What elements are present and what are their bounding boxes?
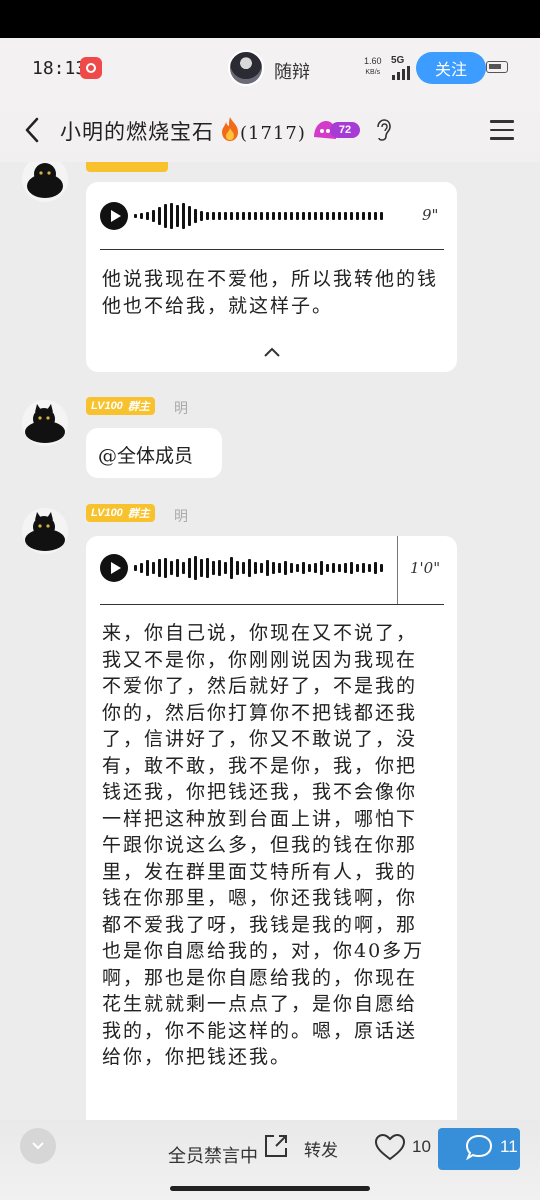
waveform-icon bbox=[134, 201, 383, 231]
voice-duration: 9" bbox=[422, 206, 439, 224]
waveform-icon bbox=[134, 553, 383, 583]
network-speed-value: 1.60 bbox=[364, 56, 382, 66]
chat-message-list[interactable]: 9" 他说我现在不爱他，所以我转他的钱他也不给我，就这样子。 LV100 群主 … bbox=[0, 162, 540, 1120]
home-indicator[interactable] bbox=[170, 1186, 370, 1191]
app-notification-icon bbox=[80, 57, 102, 79]
comment-icon[interactable] bbox=[464, 1133, 494, 1161]
follow-button[interactable]: 关注 bbox=[416, 52, 486, 84]
status-time: 18:13 bbox=[32, 58, 87, 79]
member-level-badge: LV100 群主 bbox=[86, 504, 155, 522]
status-bar: 18:13 随辩 1.60 KB/s 5G 关注 bbox=[0, 38, 540, 100]
scroll-down-button[interactable] bbox=[20, 1128, 56, 1164]
group-header: 小明的燃烧宝石 (1717) 72 bbox=[0, 100, 540, 162]
chevron-up-icon[interactable] bbox=[263, 346, 281, 358]
group-level-value: 72 bbox=[330, 122, 360, 138]
streamer-avatar[interactable] bbox=[228, 50, 264, 86]
network-type: 5G bbox=[391, 55, 405, 66]
playback-position-line bbox=[397, 536, 398, 604]
sender-name[interactable]: 明 bbox=[174, 398, 188, 418]
network-speed-unit: KB/s bbox=[365, 69, 381, 76]
signal-icon bbox=[392, 66, 410, 80]
play-icon[interactable] bbox=[100, 202, 128, 230]
back-icon[interactable] bbox=[22, 116, 42, 144]
sender-name[interactable]: 明 bbox=[174, 506, 188, 526]
comment-count: 11 bbox=[500, 1137, 518, 1156]
heart-icon[interactable] bbox=[374, 1133, 406, 1161]
share-icon[interactable] bbox=[262, 1132, 290, 1160]
text-message-content: @全体成员 bbox=[98, 445, 194, 467]
group-title[interactable]: 小明的燃烧宝石 (1717) bbox=[60, 116, 306, 146]
ear-icon[interactable] bbox=[374, 118, 392, 142]
system-top-bar bbox=[0, 0, 540, 38]
member-level-badge bbox=[86, 162, 168, 172]
sender-avatar[interactable] bbox=[22, 162, 68, 202]
voice-message-bubble[interactable]: 9" 他说我现在不爱他，所以我转他的钱他也不给我，就这样子。 bbox=[86, 182, 457, 372]
mute-status: 全员禁言中 bbox=[168, 1146, 258, 1167]
voice-message-bubble[interactable]: 1'0" 来，你自己说，你现在又不说了，我又不是你，你刚刚说因为我现在不爱你了，… bbox=[86, 536, 457, 1120]
voice-duration: 1'0" bbox=[410, 559, 441, 577]
transcript-divider bbox=[100, 249, 444, 250]
chevron-down-icon bbox=[32, 1142, 44, 1150]
like-count: 10 bbox=[412, 1137, 431, 1156]
text-message-bubble[interactable]: @全体成员 bbox=[86, 428, 222, 478]
voice-transcript: 来，你自己说，你现在又不说了，我又不是你，你刚刚说因为我现在不爱你了，然后就好了… bbox=[102, 622, 425, 1068]
group-name: 小明的燃烧宝石 bbox=[60, 120, 214, 144]
fire-icon bbox=[222, 117, 238, 141]
play-icon[interactable] bbox=[100, 554, 128, 582]
menu-icon[interactable] bbox=[490, 120, 514, 140]
voice-transcript: 他说我现在不爱他，所以我转他的钱他也不给我，就这样子。 bbox=[102, 268, 439, 317]
badge-role: 群主 bbox=[127, 401, 150, 413]
sender-avatar[interactable] bbox=[22, 508, 68, 554]
network-speed: 1.60 KB/s bbox=[364, 56, 382, 78]
badge-role: 群主 bbox=[127, 508, 150, 520]
sender-avatar[interactable] bbox=[22, 400, 68, 446]
share-button[interactable]: 转发 bbox=[304, 1136, 338, 1161]
battery-icon bbox=[486, 61, 508, 73]
badge-level: LV100 bbox=[91, 507, 123, 519]
member-level-badge: LV100 群主 bbox=[86, 397, 155, 415]
transcript-divider bbox=[100, 604, 444, 605]
badge-level: LV100 bbox=[91, 400, 123, 412]
group-member-count: (1717) bbox=[240, 123, 306, 144]
streamer-name[interactable]: 随辩 bbox=[274, 58, 310, 84]
